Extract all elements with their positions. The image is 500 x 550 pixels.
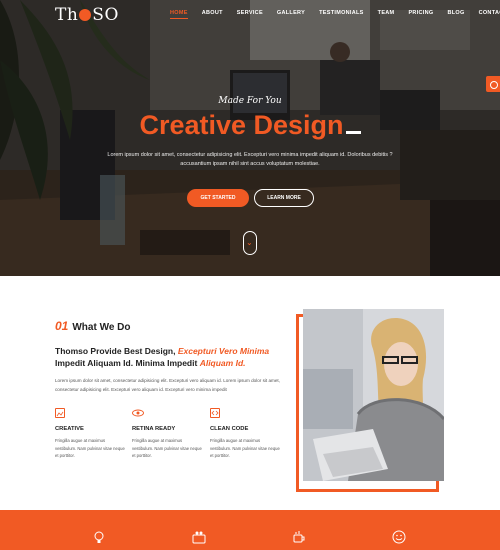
nav-item-testimonials[interactable]: TESTIMONIALS: [319, 10, 364, 19]
logo-text-start: Th: [55, 5, 79, 25]
settings-side-tab[interactable]: [486, 76, 500, 92]
chevron-down-icon: ⌄: [246, 238, 253, 247]
headline-cursor-bar: [345, 131, 361, 134]
logo[interactable]: Th SO: [55, 5, 119, 25]
get-started-button[interactable]: GET STARTED: [187, 189, 249, 207]
section-title-text: What We Do: [72, 322, 131, 333]
top-navbar: Th SO HOME ABOUT SERVICE GALLERY TESTIMON…: [0, 0, 500, 30]
hero-section: Th SO HOME ABOUT SERVICE GALLERY TESTIMON…: [0, 0, 500, 276]
logo-text-end: SO: [92, 5, 119, 25]
feature-title: RETINA READY: [132, 426, 176, 432]
feature-text: Fringilla augue at maximus vestibulum. N…: [210, 438, 280, 458]
feature-retina-ready: RETINA READY Fringilla augue at maximus …: [132, 408, 202, 460]
lead-text-2: Impedit Aliquam Id. Minima Impedit: [55, 357, 198, 368]
lightbulb-icon: [94, 531, 104, 543]
feature-creative: CREATIVE Fringilla augue at maximus vest…: [55, 408, 125, 460]
palette-icon: [192, 531, 206, 544]
hero-headline-wrap: Creative Design: [0, 110, 500, 141]
learn-more-button[interactable]: LEARN MORE: [254, 189, 314, 207]
what-we-do-section: 01 What We Do Us Thomso Provide Best Desi…: [0, 276, 500, 510]
nav-item-home[interactable]: HOME: [170, 10, 188, 19]
section-title: 01 What We Do Us: [55, 315, 153, 334]
hero-headline: Creative Design: [139, 110, 344, 140]
nav-item-contact[interactable]: CONTACT US: [479, 10, 500, 19]
eye-icon: [132, 408, 144, 418]
lead-highlight-2: Aliquam Id.: [199, 357, 246, 368]
section-paragraph: Lorem ipsum dolor sit amet, consectetur …: [55, 378, 280, 392]
nav-item-gallery[interactable]: GALLERY: [277, 10, 305, 19]
logo-mark-icon: [79, 9, 92, 21]
nav-item-pricing[interactable]: PRICING: [408, 10, 433, 19]
nav-item-blog[interactable]: BLOG: [447, 10, 464, 19]
main-menu: HOME ABOUT SERVICE GALLERY TESTIMONIALS …: [170, 10, 500, 19]
section-ghost-text: Us: [130, 315, 154, 334]
lead-text-1: Thomso Provide Best Design,: [55, 346, 176, 356]
smile-icon: [392, 530, 406, 544]
nav-item-team[interactable]: TEAM: [378, 10, 395, 19]
feature-title: CLEAN CODE: [210, 426, 249, 432]
section-number: 01: [55, 319, 69, 333]
nav-item-about[interactable]: ABOUT: [202, 10, 223, 19]
feature-text: Fringilla augue at maximus vestibulum. N…: [55, 438, 125, 458]
woman-laptop-photo: [303, 309, 444, 481]
hero-tagline: Made For You: [218, 96, 282, 106]
lead-highlight-1: Excepturi Vero Minima: [177, 346, 270, 356]
scroll-down-button[interactable]: ⌄: [243, 231, 257, 255]
nav-item-service[interactable]: SERVICE: [237, 10, 263, 19]
feature-text: Fringilla augue at maximus vestibulum. N…: [132, 438, 202, 458]
code-icon: [210, 408, 220, 418]
feature-clean-code: CLEAN CODE Fringilla augue at maximus ve…: [210, 408, 280, 460]
services-strip: [0, 510, 500, 550]
section-lead: Thomso Provide Best Design, Excepturi Ve…: [55, 346, 285, 369]
image-icon: [55, 408, 65, 418]
feature-title: CREATIVE: [55, 426, 84, 432]
coffee-icon: [293, 531, 305, 543]
hero-description: Lorem ipsum dolor sit amet, consectetur …: [107, 152, 393, 167]
